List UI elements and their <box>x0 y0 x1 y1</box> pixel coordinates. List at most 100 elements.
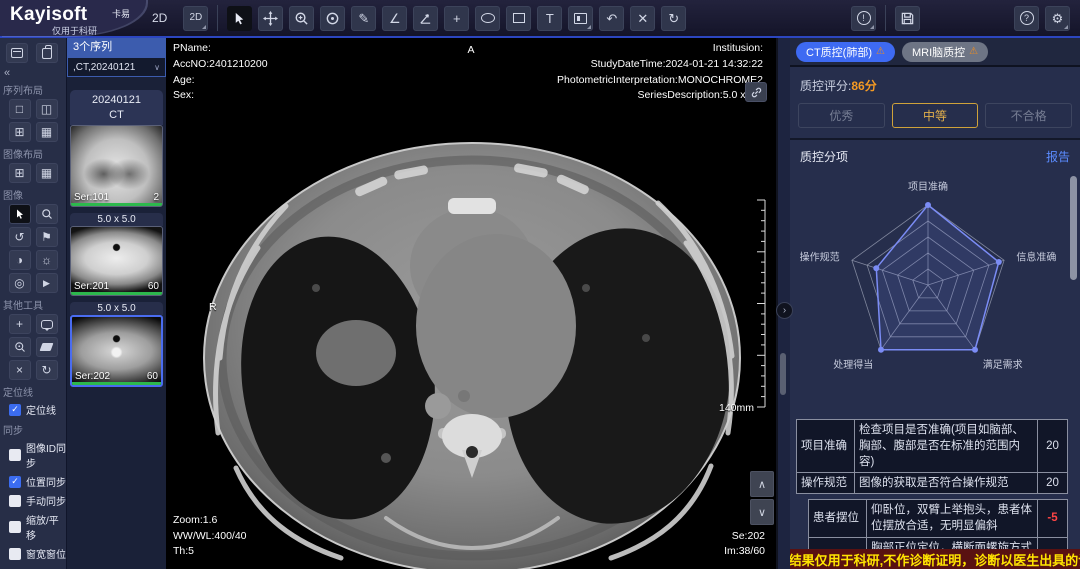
cine-play-button[interactable]: ▶ <box>36 273 58 293</box>
mode-2d-label: 2D <box>152 11 167 25</box>
sync-position-checkbox[interactable]: ✓ <box>9 476 21 488</box>
cross-tool-button[interactable]: + <box>444 6 469 31</box>
info-button[interactable]: ! <box>851 6 876 31</box>
svg-text:处理得当: 处理得当 <box>833 358 873 371</box>
flag-tool-button[interactable]: ⚑ <box>36 227 58 247</box>
series-thumbnail-202[interactable]: Ser:202 60 <box>70 315 163 387</box>
grade-excellent-button[interactable]: 优秀 <box>798 103 885 128</box>
sync-imageid-checkbox[interactable] <box>9 449 21 461</box>
link-series-button[interactable] <box>745 82 767 102</box>
sync-imageid-row[interactable]: 图像ID同步 <box>0 438 66 472</box>
settings-button[interactable]: ⚙ <box>1045 6 1070 31</box>
sync-zoom-pan-row[interactable]: 缩放/平移 <box>0 510 66 544</box>
locator-checkbox-row[interactable]: ✓ 定位线 <box>0 400 66 419</box>
ellipse-tool-button[interactable] <box>475 6 500 31</box>
grade-fail-button[interactable]: 不合格 <box>985 103 1072 128</box>
series-number: Ser:202 <box>75 371 110 382</box>
layout-2d-button[interactable]: 2D <box>183 6 208 31</box>
refresh-button[interactable]: ↻ <box>36 360 58 380</box>
row-label: 患者摆位 <box>809 500 867 537</box>
export-report-button[interactable] <box>36 43 58 63</box>
sync-manual-checkbox[interactable] <box>9 495 21 507</box>
table-row: 患者摆位 仰卧位，双臂上举抱头，患者体位摆放合适，无明显偏斜 -5 <box>809 500 1068 537</box>
tab-mri-qc-label: MRI脑质控 <box>912 44 965 60</box>
sync-position-label: 位置同步 <box>26 474 66 489</box>
sync-section-label: 同步 <box>0 419 66 438</box>
divider-scrollbar-thumb[interactable] <box>780 353 786 395</box>
cobb-angle-tool-button[interactable] <box>413 6 438 31</box>
add-annotation-button[interactable]: + <box>9 314 31 334</box>
flag-icon: ⚑ <box>41 230 52 244</box>
layout-two-col-button[interactable]: ◫ <box>36 99 58 119</box>
panel-layout-button[interactable] <box>6 43 28 63</box>
save-button[interactable] <box>895 6 920 31</box>
sync-zoom-pan-checkbox[interactable] <box>9 521 21 533</box>
reset-button[interactable]: ↻ <box>661 6 686 31</box>
comment-button[interactable] <box>36 314 58 334</box>
rectangle-tool-button[interactable] <box>506 6 531 31</box>
delete-annotation-button[interactable]: ✕ <box>630 6 655 31</box>
panel-divider: › <box>776 38 790 569</box>
undo-button[interactable]: ↶ <box>599 6 624 31</box>
study-dropdown-value: ,CT,20240121 <box>73 62 135 73</box>
flip-tool-button[interactable]: ↺ <box>9 227 31 247</box>
clear-button[interactable]: × <box>9 360 31 380</box>
delete-icon: ✕ <box>637 12 648 25</box>
window-level-tool-button[interactable] <box>320 6 345 31</box>
pan-tool-button[interactable] <box>258 6 283 31</box>
grade-medium-button[interactable]: 中等 <box>892 103 979 128</box>
cobb-angle-icon <box>418 11 433 26</box>
zoom-tool-button[interactable] <box>289 6 314 31</box>
brand-name: Kayisoft <box>10 4 87 26</box>
layout-grid9-button[interactable]: ▦ <box>36 122 58 142</box>
layout-single-button[interactable]: □ <box>9 99 31 119</box>
ct-axial-image <box>166 38 776 569</box>
image-layout-section-label: 图像布局 <box>0 143 66 162</box>
series-number: Ser:201 <box>74 281 109 292</box>
sync-window-row[interactable]: 窗宽窗位 <box>0 544 66 563</box>
orientation-right-label: R <box>209 300 217 316</box>
layout-grid4-button[interactable]: ⊞ <box>9 122 31 142</box>
next-slice-button[interactable]: ∨ <box>750 499 774 525</box>
invert-tool-button[interactable]: ◑ <box>9 250 31 270</box>
ct-image-viewport[interactable]: PName: AccNO:2401210200 Age: Sex: Instit… <box>166 38 776 569</box>
top-toolbar: Kayisoft 卡易 仅用于科研 2D 2D ✎ ∠ + <box>0 0 1080 38</box>
text-tool-button[interactable]: T <box>537 6 562 31</box>
help-button[interactable]: ? <box>1014 6 1039 31</box>
tab-mri-qc[interactable]: MRI脑质控 ⚠ <box>902 42 988 62</box>
table-row: 项目准确 检查项目是否准确(项目如脑部、胸部、腹部是否在标准的范围内容) 20 <box>797 420 1068 473</box>
tab-ct-qc[interactable]: CT质控(肺部) ⚠ <box>796 42 895 62</box>
img-layout-grid9-button[interactable]: ▦ <box>36 163 58 183</box>
report-link[interactable]: 报告 <box>1046 148 1070 165</box>
sync-window-checkbox[interactable] <box>9 548 21 560</box>
pointer-tool-button[interactable] <box>227 6 252 31</box>
clipboard-icon <box>42 48 52 59</box>
expand-panel-button[interactable]: › <box>776 302 793 319</box>
study-dropdown[interactable]: ,CT,20240121 ∨ <box>67 57 166 77</box>
sync-position-row[interactable]: ✓ 位置同步 <box>0 472 66 491</box>
previous-slice-button[interactable]: ∧ <box>750 471 774 497</box>
app-window: Kayisoft 卡易 仅用于科研 2D 2D ✎ ∠ + <box>0 0 1080 569</box>
magnify-tool-button[interactable] <box>36 204 58 224</box>
brightness-tool-button[interactable]: ☼ <box>36 250 58 270</box>
img-layout-grid4-button[interactable]: ⊞ <box>9 163 31 183</box>
image-window-button[interactable] <box>568 6 593 31</box>
target-tool-button[interactable]: ◎ <box>9 273 31 293</box>
sync-window-label: 窗宽窗位 <box>26 546 66 561</box>
locator-checkbox[interactable]: ✓ <box>9 404 21 416</box>
sync-manual-row[interactable]: 手动同步 <box>0 491 66 510</box>
ai-find-button[interactable] <box>9 337 31 357</box>
measure-tool-button[interactable]: ✎ <box>351 6 376 31</box>
disclaimer-marquee: I结果仅用于科研,不作诊断证明，诊断以医生出具的诊断 <box>790 549 1080 569</box>
qc-scrollbar-thumb[interactable] <box>1070 176 1077 280</box>
cursor-tool-button[interactable] <box>9 204 31 224</box>
panel-layout-icon <box>11 48 23 58</box>
quality-control-panel: CT质控(肺部) ⚠ MRI脑质控 ⚠ 质控评分:86分 优秀 中等 不合格 质… <box>790 38 1080 569</box>
institution-label: Institusion: <box>557 41 763 57</box>
series-thumbnail-101[interactable]: Ser:101 2 <box>70 125 163 207</box>
angle-tool-button[interactable]: ∠ <box>382 6 407 31</box>
eraser-button[interactable] <box>36 337 58 357</box>
series-thumbnail-201[interactable]: Ser:201 60 <box>70 226 163 296</box>
thickness-label: Th:5 <box>173 544 247 560</box>
collapse-panel-button[interactable]: « <box>0 65 66 79</box>
